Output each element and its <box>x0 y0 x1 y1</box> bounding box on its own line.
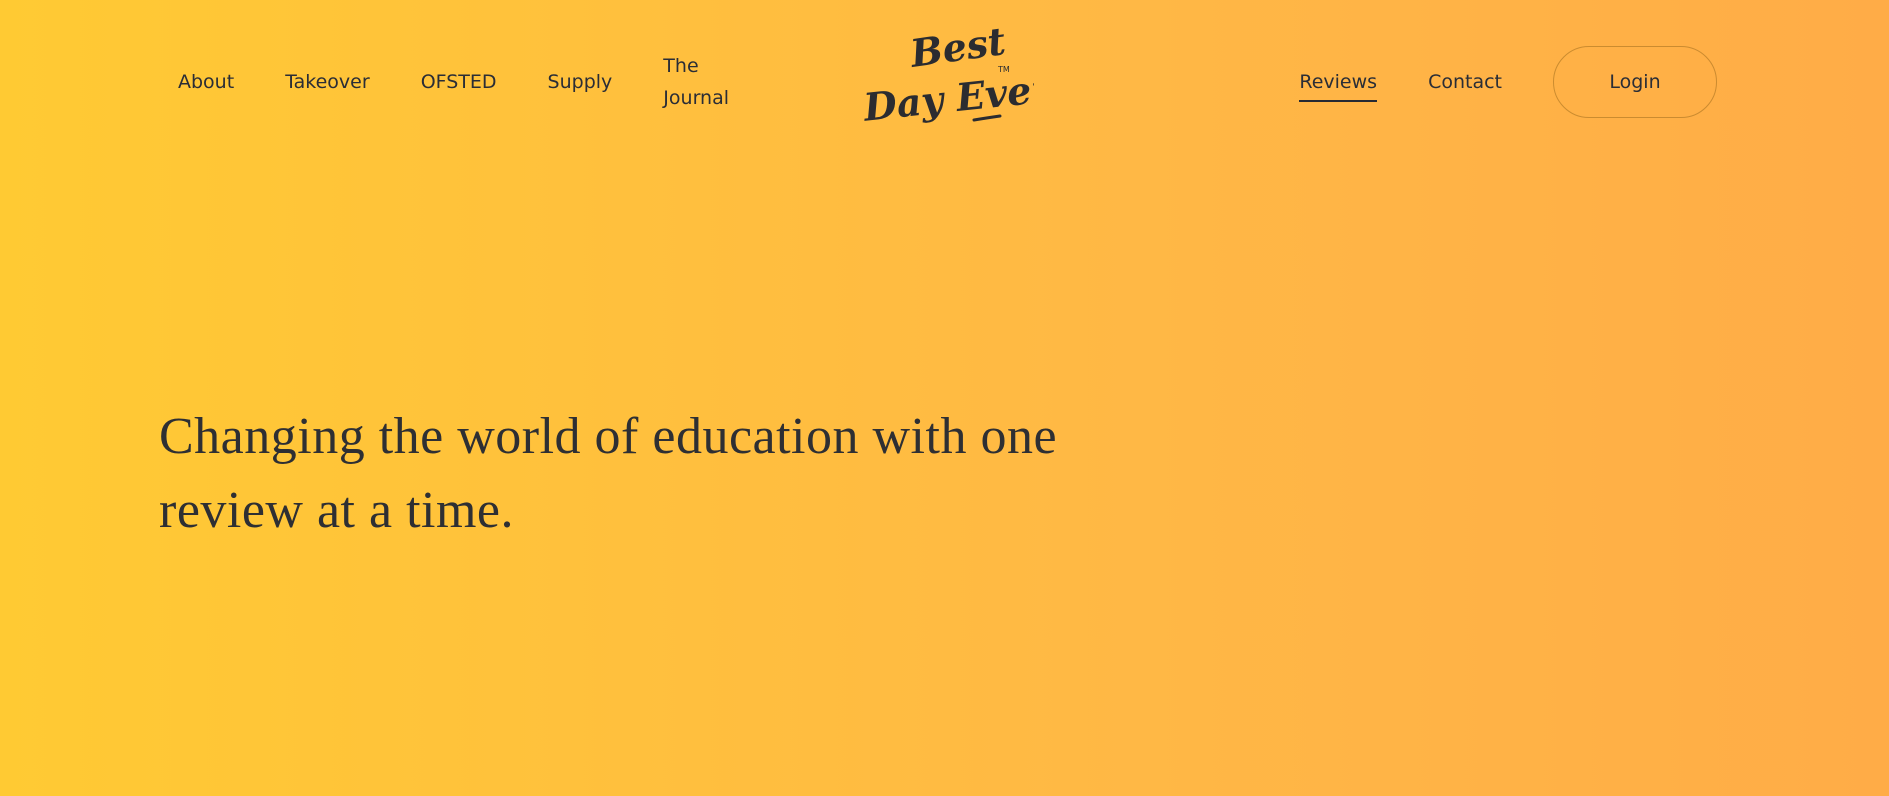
primary-nav-left: About Takeover OFSTED Supply The Journal <box>178 0 784 164</box>
nav-link-takeover[interactable]: Takeover <box>285 66 370 98</box>
login-button[interactable]: Login <box>1553 46 1717 118</box>
nav-link-the-journal[interactable]: The Journal <box>663 50 733 114</box>
logo-line-best: Best <box>907 20 1009 76</box>
nav-link-contact[interactable]: Contact <box>1428 66 1502 98</box>
nav-link-about[interactable]: About <box>178 66 234 98</box>
best-day-ever-logo[interactable]: Best TM Day Ever. <box>862 20 1034 132</box>
primary-nav-right: Reviews Contact Login <box>1299 0 1717 164</box>
nav-link-supply[interactable]: Supply <box>548 66 613 98</box>
nav-link-ofsted[interactable]: OFSTED <box>421 66 497 98</box>
logo-line-day-ever: Day Ever. <box>862 64 1034 130</box>
nav-link-reviews[interactable]: Reviews <box>1299 66 1377 102</box>
hero-heading: Changing the world of education with one… <box>159 408 1058 539</box>
